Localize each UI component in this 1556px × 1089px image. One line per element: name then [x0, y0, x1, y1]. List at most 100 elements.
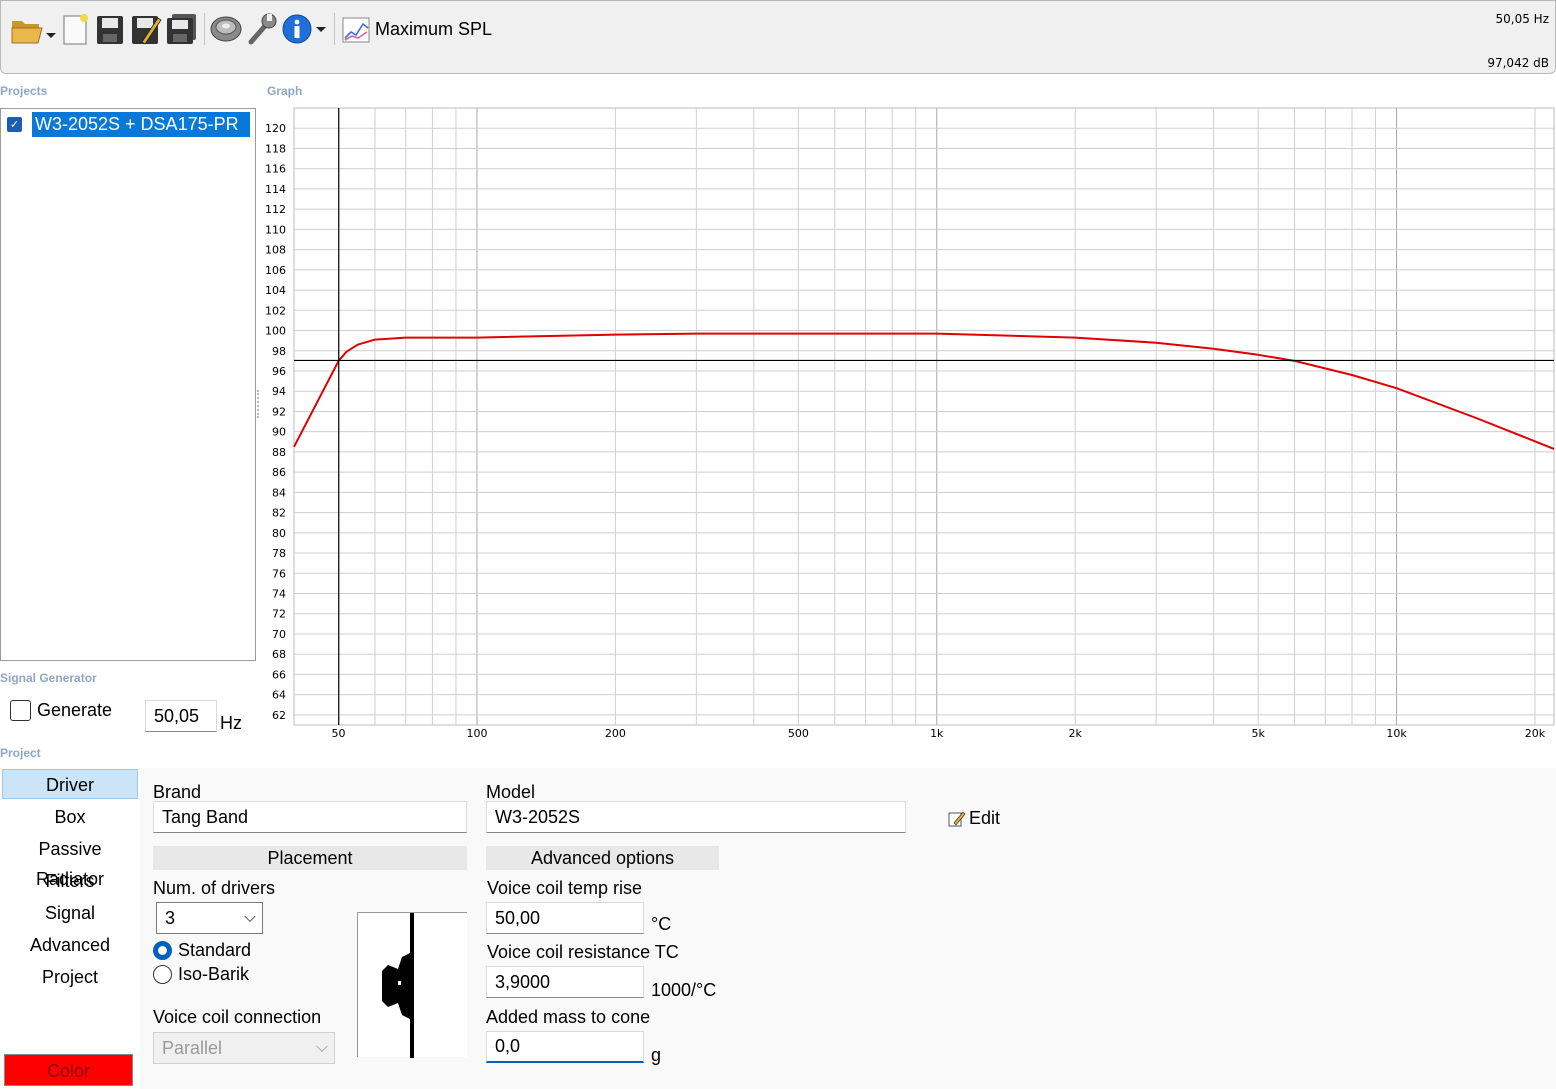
project-panel: Driver Box Passive Radiator Filters Sign…: [0, 768, 1556, 1089]
y-tick-label: 92: [272, 405, 286, 418]
signal-frequency-unit: Hz: [220, 713, 242, 733]
y-tick-label: 86: [272, 466, 286, 479]
nav-item-passive-radiator[interactable]: Passive Radiator: [2, 834, 138, 889]
y-tick-label: 64: [272, 689, 286, 702]
y-tick-label: 112: [265, 203, 286, 216]
y-tick-label: 72: [272, 608, 286, 621]
nav-item-box[interactable]: Box: [2, 802, 138, 832]
x-tick-label: 20k: [1525, 727, 1546, 740]
graph-section-label: Graph: [267, 84, 303, 98]
brand-label: Brand: [153, 782, 202, 802]
speaker-icon: [210, 16, 242, 42]
chevron-down-icon: [244, 910, 256, 923]
advanced-options-header: Advanced options: [486, 846, 719, 870]
y-tick-label: 88: [272, 446, 286, 459]
settings-button[interactable]: [245, 11, 279, 47]
placement-isobarik-radio[interactable]: Iso-Barik: [153, 964, 249, 985]
nav-item-driver[interactable]: Driver: [2, 769, 138, 799]
y-tick-label: 116: [265, 163, 286, 176]
vc-resistance-tc-unit: 1000/°C: [651, 980, 717, 1000]
nav-item-signal[interactable]: Signal: [2, 898, 138, 928]
placement-standard-label: Standard: [178, 940, 252, 960]
projects-list: ✓ W3-2052S + DSA175-PR: [0, 108, 256, 661]
added-mass-label: Added mass to cone: [486, 1007, 651, 1027]
spl-chart[interactable]: 62 64 66 68 70 72 74 76 78 80 82 84 86 88 90 92 94 96 98 10…: [262, 100, 1556, 745]
y-tick-label: 98: [272, 345, 286, 358]
info-button[interactable]: [281, 11, 329, 47]
graph-mode-button[interactable]: Maximum SPL: [341, 11, 501, 47]
voice-coil-connection-label: Voice coil connection: [153, 1007, 322, 1027]
project-visible-checkbox[interactable]: ✓: [7, 117, 22, 132]
splitter-handle[interactable]: [257, 390, 261, 418]
toolbar-separator: [204, 13, 205, 45]
edit-driver-button[interactable]: Edit: [948, 808, 1000, 829]
x-tick-label: 10k: [1386, 727, 1407, 740]
project-nav: Driver Box Passive Radiator Filters Sign…: [0, 768, 140, 1089]
voice-coil-connection-select[interactable]: Parallel: [153, 1032, 335, 1064]
model-field[interactable]: W3-2052S: [486, 801, 906, 833]
projects-section-label: Projects: [0, 84, 48, 98]
nav-item-project[interactable]: Project: [2, 962, 138, 992]
vc-resistance-tc-input[interactable]: 3,9000: [486, 966, 644, 998]
open-folder-button[interactable]: [9, 11, 57, 47]
x-tick-label: 500: [788, 727, 809, 740]
cursor-spl-readout: 97,042 dB: [1487, 56, 1549, 70]
y-tick-label: 82: [272, 507, 286, 520]
color-button[interactable]: Color: [4, 1054, 133, 1086]
y-tick-label: 106: [265, 264, 286, 277]
save-as-icon: [132, 16, 162, 45]
generate-label: Generate: [37, 700, 113, 720]
driver-placement-icon: [382, 913, 414, 1058]
vc-temp-rise-input[interactable]: 50,00: [486, 902, 644, 934]
radio-selected-icon: [153, 941, 172, 960]
placement-standard-radio[interactable]: Standard: [153, 940, 251, 961]
added-mass-input[interactable]: 0,0: [486, 1031, 644, 1063]
x-tick-label: 1k: [930, 727, 944, 740]
save-button[interactable]: [94, 11, 126, 47]
toolbar: Maximum SPL 50,05 Hz 97,042 dB: [0, 0, 1556, 74]
spl-graph[interactable]: 62 64 66 68 70 72 74 76 78 80 82 84 86 88 90 92 94 96 98 10…: [257, 100, 1556, 745]
y-tick-label: 84: [272, 486, 286, 499]
y-tick-label: 120: [265, 122, 286, 135]
save-as-button[interactable]: [129, 11, 163, 47]
num-drivers-select[interactable]: 3: [156, 902, 263, 934]
x-tick-label: 5k: [1251, 727, 1265, 740]
num-drivers-label: Num. of drivers: [153, 878, 276, 898]
y-tick-label: 78: [272, 547, 286, 560]
model-label: Model: [486, 782, 536, 802]
nav-item-filters[interactable]: Filters: [2, 866, 138, 896]
toolbar-separator: [334, 13, 335, 45]
generate-checkbox[interactable]: [10, 700, 31, 721]
y-tick-label: 96: [272, 365, 286, 378]
save-icon: [97, 16, 123, 44]
y-tick-label: 62: [272, 709, 286, 722]
new-document-icon: [63, 14, 88, 45]
wrench-icon: [248, 13, 277, 45]
edit-label: Edit: [969, 808, 1001, 828]
signal-frequency-input[interactable]: 50,05: [145, 700, 217, 732]
vc-resistance-tc-label: Voice coil resistance TC: [487, 942, 679, 962]
new-project-button[interactable]: [59, 11, 91, 47]
driver-database-button[interactable]: [208, 11, 244, 47]
y-tick-label: 76: [272, 567, 286, 580]
save-all-button[interactable]: [164, 11, 200, 47]
driver-tab-content: Brand Tang Band Model W3-2052S Edit Plac…: [140, 768, 1556, 1089]
y-tick-label: 108: [265, 244, 286, 257]
plot-area: [293, 107, 1555, 726]
nav-item-advanced[interactable]: Advanced: [2, 930, 138, 960]
brand-field[interactable]: Tang Band: [153, 801, 467, 833]
project-item-label: W3-2052S + DSA175-PR: [32, 112, 250, 137]
open-folder-icon: [11, 21, 56, 44]
y-tick-label: 110: [265, 223, 286, 236]
save-all-icon: [167, 14, 196, 44]
y-tick-label: 68: [272, 648, 286, 661]
chevron-down-icon: [316, 1040, 328, 1053]
radio-unselected-icon: [153, 965, 172, 984]
y-tick-label: 114: [265, 183, 286, 196]
project-item[interactable]: ✓ W3-2052S + DSA175-PR: [7, 112, 250, 137]
y-tick-label: 80: [272, 527, 286, 540]
y-tick-label: 90: [272, 426, 286, 439]
vc-temp-rise-label: Voice coil temp rise: [487, 878, 643, 898]
graph-mode-label: Maximum SPL: [375, 18, 493, 39]
signal-generator-section-label: Signal Generator: [0, 671, 97, 685]
